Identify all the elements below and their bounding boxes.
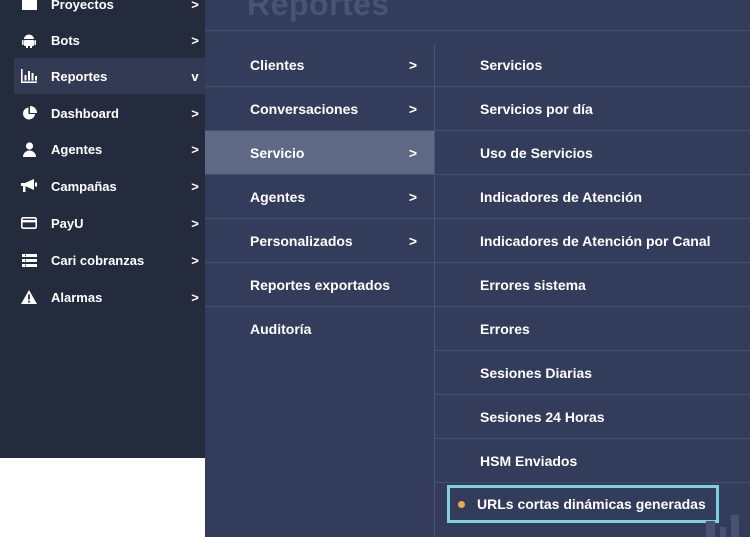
divider xyxy=(205,30,750,31)
chevron-down-icon: v xyxy=(191,68,199,84)
sidebar-item-agentes[interactable]: Agentes > xyxy=(14,131,205,167)
submenu-item-label: URLs cortas dinámicas generadas xyxy=(477,496,706,512)
chevron-right-icon: > xyxy=(408,188,418,205)
background-chart-glyph-icon xyxy=(706,515,739,537)
submenu-item-label: Errores sistema xyxy=(480,276,586,293)
menu-item-personalizados[interactable]: Personalizados > xyxy=(205,219,434,263)
sidebar-item-label: PayU xyxy=(51,215,84,231)
submenu-item-label: Servicios por día xyxy=(480,100,593,117)
list-icon xyxy=(21,252,37,268)
menu-item-label: Personalizados xyxy=(250,232,353,249)
menu-item-label: Conversaciones xyxy=(250,100,359,117)
sidebar-item-label: Campañas xyxy=(51,178,117,194)
submenu-item-label: Indicadores de Atención xyxy=(480,188,643,205)
reportes-flyout-panel: Reportes Clientes > Conversaciones > Ser… xyxy=(205,0,750,537)
sidebar-item-campanas[interactable]: Campañas > xyxy=(14,168,205,204)
sidebar-item-label: Cari cobranzas xyxy=(51,252,145,268)
sidebar-item-label: Dashboard xyxy=(51,105,119,121)
submenu-item-hsm-enviados[interactable]: HSM Enviados xyxy=(435,439,750,483)
bullet-dot-icon xyxy=(458,500,465,508)
submenu-item-uso-de-servicios[interactable]: Uso de Servicios xyxy=(435,131,750,175)
user-icon xyxy=(21,141,37,157)
submenu-item-label: Sesiones Diarias xyxy=(480,364,593,381)
credit-card-icon xyxy=(21,215,37,231)
submenu-item-label: Errores xyxy=(480,320,530,337)
pie-chart-icon xyxy=(21,105,37,121)
submenu-item-indicadores-de-atencion[interactable]: Indicadores de Atención xyxy=(435,175,750,219)
sidebar-item-payu[interactable]: PayU > xyxy=(14,205,205,241)
submenu-item-label: Servicios xyxy=(480,56,543,73)
android-icon xyxy=(21,32,37,48)
menu-item-conversaciones[interactable]: Conversaciones > xyxy=(205,87,434,131)
menu-item-clientes[interactable]: Clientes > xyxy=(205,43,434,87)
warning-icon xyxy=(21,289,37,305)
chevron-right-icon: > xyxy=(408,232,418,249)
submenu-item-errores[interactable]: Errores xyxy=(435,307,750,351)
submenu-item-label: HSM Enviados xyxy=(480,452,578,469)
sidebar-item-alarmas[interactable]: Alarmas > xyxy=(14,279,205,315)
chevron-right-icon: > xyxy=(191,178,199,194)
chevron-right-icon: > xyxy=(191,215,199,231)
chevron-right-icon: > xyxy=(191,0,199,12)
sidebar-item-dashboard[interactable]: Dashboard > xyxy=(14,95,205,131)
menu-item-servicio[interactable]: Servicio > xyxy=(205,131,434,175)
chevron-right-icon: > xyxy=(408,56,418,73)
sidebar-item-label: Reportes xyxy=(51,68,108,84)
submenu-item-sesiones-diarias[interactable]: Sesiones Diarias xyxy=(435,351,750,395)
sidebar-item-label: Bots xyxy=(51,32,80,48)
submenu-item-errores-sistema[interactable]: Errores sistema xyxy=(435,263,750,307)
menu-item-label: Reportes exportados xyxy=(250,276,391,293)
chevron-right-icon: > xyxy=(191,289,199,305)
sidebar-item-bots[interactable]: Bots > xyxy=(14,22,205,58)
bar-chart-icon xyxy=(21,68,37,84)
menu-item-label: Servicio xyxy=(250,144,305,161)
menu-item-reportes-exportados[interactable]: Reportes exportados xyxy=(205,263,434,307)
megaphone-icon xyxy=(21,178,37,194)
sidebar-item-label: Agentes xyxy=(51,141,103,157)
sidebar-item-proyectos[interactable]: Proyectos > xyxy=(14,0,205,22)
sidebar-item-reportes[interactable]: Reportes v xyxy=(14,58,205,94)
submenu-item-label: Sesiones 24 Horas xyxy=(480,408,605,425)
chevron-right-icon: > xyxy=(191,141,199,157)
chevron-right-icon: > xyxy=(191,105,199,121)
menu-item-auditoria[interactable]: Auditoría xyxy=(205,307,434,351)
menu-item-label: Auditoría xyxy=(250,321,312,337)
chevron-right-icon: > xyxy=(191,252,199,268)
sidebar-item-label: Proyectos xyxy=(51,0,114,12)
chevron-right-icon: > xyxy=(408,144,418,161)
submenu-item-sesiones-24-horas[interactable]: Sesiones 24 Horas xyxy=(435,395,750,439)
menu-item-agentes[interactable]: Agentes > xyxy=(205,175,434,219)
sidebar-item-label: Alarmas xyxy=(51,289,103,305)
folder-icon xyxy=(21,0,37,12)
menu-item-label: Agentes xyxy=(250,188,306,205)
submenu-item-servicios-por-dia[interactable]: Servicios por día xyxy=(435,87,750,131)
submenu-item-label: Uso de Servicios xyxy=(480,144,593,161)
chevron-right-icon: > xyxy=(408,100,418,117)
submenu-item-servicios[interactable]: Servicios xyxy=(435,43,750,87)
submenu-item-indicadores-por-canal[interactable]: Indicadores de Atención por Canal xyxy=(435,219,750,263)
sidebar: Proyectos > Bots > Reportes v Dashboard … xyxy=(0,0,205,458)
chevron-right-icon: > xyxy=(191,32,199,48)
submenu-item-label: Indicadores de Atención por Canal xyxy=(480,232,711,249)
panel-title: Reportes xyxy=(247,0,390,22)
menu-item-label: Clientes xyxy=(250,56,305,73)
submenu-item-urls-cortas-dinamicas[interactable]: URLs cortas dinámicas generadas xyxy=(447,485,719,523)
sidebar-item-cari-cobranzas[interactable]: Cari cobranzas > xyxy=(14,242,205,278)
